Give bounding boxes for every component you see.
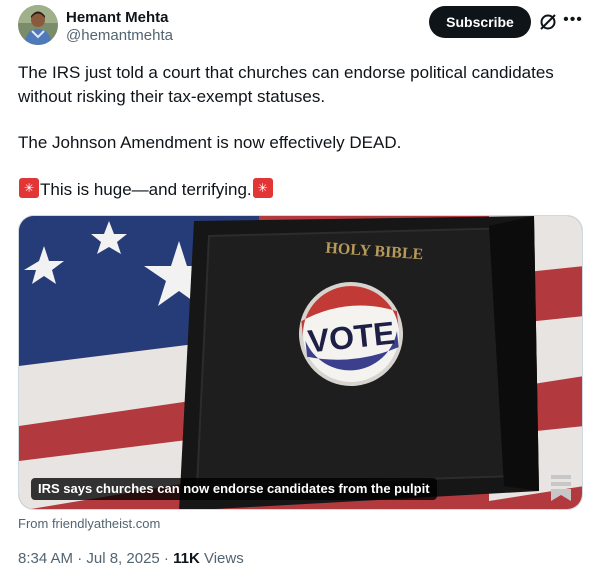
card-source[interactable]: From friendlyatheist.com [18,516,160,531]
bookmark-icon[interactable] [550,474,572,502]
more-horizontal-icon[interactable]: ••• [562,11,584,33]
author-name[interactable]: Hemant Mehta [66,9,169,26]
tweet-text-line-1: The IRS just told a court that churches … [18,63,554,82]
tweet-text-line-4-content: This is huge—and terrifying. [40,180,252,199]
views-label: Views [199,550,244,567]
rotating-light-icon [19,178,39,198]
tweet-text-line-3: The Johnson Amendment is now effectively… [18,133,402,152]
tweet-text-line-2: without risking their tax-exempt statuse… [18,87,326,106]
timestamp[interactable]: 8:34 AM · Jul 8, 2025 · [18,550,173,567]
tweet-header: Hemant Mehta @hemantmehta Subscribe ••• [18,5,583,47]
card-image: HOLY BIBLE VOTE [19,216,582,509]
rotating-light-icon [252,178,273,198]
card-caption: IRS says churches can now endorse candid… [31,478,437,500]
views-count: 11K [173,550,200,567]
tweet-text-line-4: This is huge—and terrifying. [18,178,583,202]
tweet-meta: 8:34 AM · Jul 8, 2025 · 11K Views [18,550,244,567]
avatar[interactable] [18,5,58,45]
author-handle[interactable]: @hemantmehta [66,27,173,44]
subscribe-button[interactable]: Subscribe [429,6,531,38]
grok-icon[interactable] [538,12,558,32]
link-card[interactable]: HOLY BIBLE VOTE IRS says churches can no… [18,215,583,510]
